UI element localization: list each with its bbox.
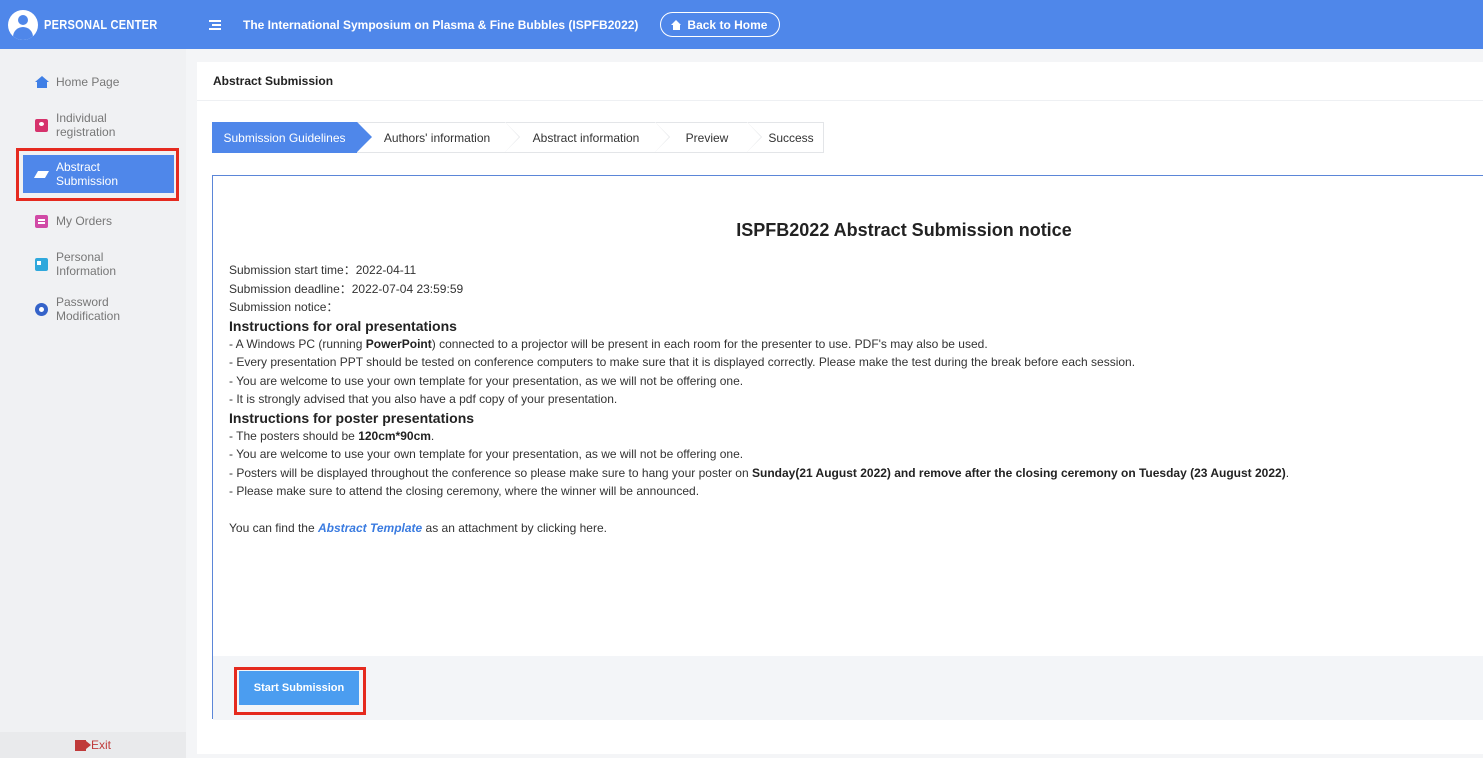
exit-label: Exit (90, 738, 111, 752)
sidebar-item-abstract-submission[interactable]: Abstract Submission (23, 155, 174, 193)
page-title: Abstract Submission (213, 74, 334, 88)
exit-button[interactable]: Exit (0, 732, 186, 758)
exit-icon (74, 739, 91, 751)
back-to-home-label: Back to Home (687, 17, 768, 32)
notice-label: Submission notice： (229, 300, 339, 314)
key-icon (35, 302, 48, 316)
start-time: Submission start time：2022-04-11 (229, 263, 417, 277)
sidebar-header: PERSONAL CENTER (0, 0, 186, 49)
sidebar-item-label: My Orders (56, 214, 113, 228)
oral-heading: Instructions for oral presentations (229, 317, 457, 334)
id-card-icon (35, 118, 48, 132)
sidebar-nav: Home Page Individual registration Abstra… (0, 69, 186, 324)
menu-toggle-icon[interactable] (209, 19, 221, 30)
sidebar-item-label: Password Modification (56, 295, 121, 323)
clipboard-icon (35, 214, 48, 228)
sidebar-item-label: Personal Information (56, 250, 117, 278)
start-submission-button[interactable]: Start Submission (239, 671, 359, 705)
notice-title: ISPFB2022 Abstract Submission notice (736, 220, 1072, 240)
abstract-template-link[interactable]: Abstract Template (318, 521, 422, 535)
avatar-icon (8, 9, 39, 40)
home-icon (35, 75, 49, 89)
step-submission-guidelines[interactable]: Submission Guidelines (212, 122, 372, 153)
oral-item-4: - It is strongly advised that you also h… (229, 392, 618, 406)
step-authors-information[interactable]: Authors' information (357, 122, 520, 153)
sidebar-item-password-modification[interactable]: Password Modification (0, 294, 186, 324)
sidebar-item-label: Individual registration (56, 111, 116, 139)
poster-heading: Instructions for poster presentations (229, 409, 475, 426)
sidebar-item-my-orders[interactable]: My Orders (0, 208, 186, 234)
sidebar-item-label: Abstract Submission (56, 160, 119, 188)
sidebar-item-individual-registration[interactable]: Individual registration (0, 110, 186, 140)
edit-icon (35, 168, 48, 181)
poster-item-2: - You are welcome to use your own templa… (229, 447, 744, 461)
notice-box: ISPFB2022 Abstract Submission notice Sub… (212, 175, 1483, 720)
progress-steps: Submission Guidelines Authors' informati… (212, 122, 824, 153)
sidebar-item-home[interactable]: Home Page (0, 69, 186, 95)
step-abstract-information[interactable]: Abstract information (505, 122, 670, 153)
action-bar: Start Submission (213, 656, 1483, 720)
step-label: Preview (685, 130, 729, 145)
poster-item-4: - Please make sure to attend the closing… (229, 484, 700, 498)
top-bar: The International Symposium on Plasma & … (186, 0, 1483, 49)
poster-item-1: - The posters should be 120cm*90cm. (229, 428, 435, 443)
info-card-icon (35, 257, 48, 271)
sidebar-item-personal-information[interactable]: Personal Information (0, 249, 186, 279)
deadline: Submission deadline：2022-07-04 23:59:59 (229, 281, 464, 296)
oral-item-2: - Every presentation PPT should be teste… (229, 355, 1136, 369)
sidebar: PERSONAL CENTER Home Page Individual reg… (0, 0, 186, 758)
poster-item-3: - Posters will be displayed throughout t… (229, 465, 1290, 480)
step-label: Authors' information (383, 130, 491, 145)
sidebar-item-label: Home Page (56, 75, 120, 89)
oral-item-1: - A Windows PC (running PowerPoint) conn… (229, 336, 988, 351)
notice-content: Submission start time：2022-04-11 Submiss… (229, 261, 1479, 537)
step-label: Submission Guidelines (223, 130, 346, 145)
divider (197, 100, 1483, 101)
brand-title: PERSONAL CENTER (44, 17, 158, 32)
template-line: You can find the Abstract Template as an… (229, 520, 607, 535)
home-icon (671, 19, 682, 30)
main-panel: Abstract Submission Submission Guideline… (197, 62, 1483, 754)
back-to-home-button[interactable]: Back to Home (660, 12, 781, 37)
conference-title: The International Symposium on Plasma & … (243, 17, 639, 32)
step-label: Abstract information (532, 130, 640, 145)
step-label: Success (768, 130, 814, 145)
oral-item-3: - You are welcome to use your own templa… (229, 373, 744, 388)
